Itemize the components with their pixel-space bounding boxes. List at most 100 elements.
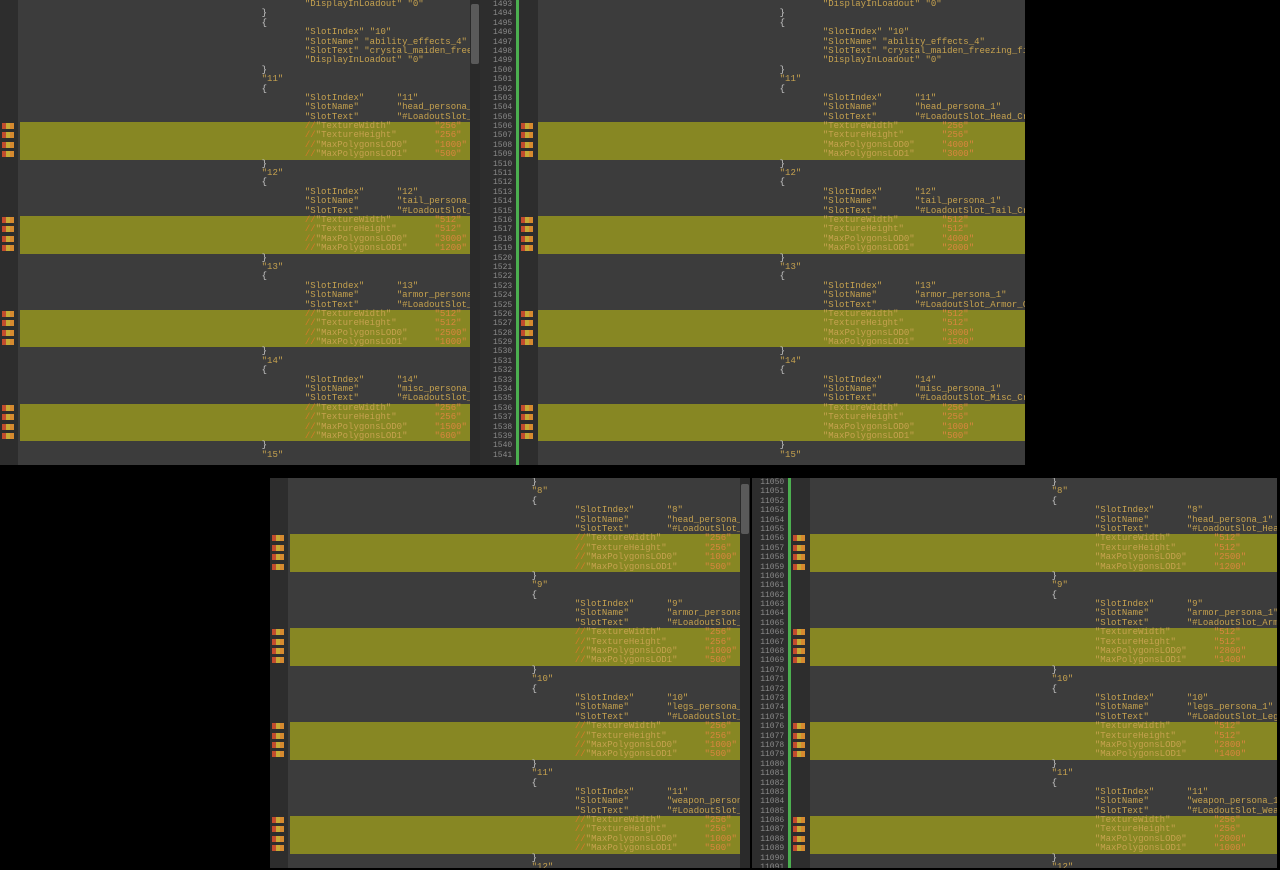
diff-marker-icon: [793, 826, 805, 832]
diff-marker-icon: [2, 132, 14, 138]
line-number: 11072: [752, 685, 784, 694]
diff-marker-icon: [793, 639, 805, 645]
line-number: 1531: [480, 357, 512, 366]
line-number: 1517: [480, 225, 512, 234]
diff-marker-icon: [272, 845, 284, 851]
line-number: 11087: [752, 825, 784, 834]
line-number: 11061: [752, 581, 784, 590]
change-marker-gutter: [270, 478, 288, 868]
diff-marker-icon: [521, 245, 533, 251]
line-number: 11051: [752, 487, 784, 496]
line-number: 11088: [752, 835, 784, 844]
line-number: 11069: [752, 656, 784, 665]
line-number: 1501: [480, 75, 512, 84]
line-number: 1529: [480, 338, 512, 347]
line-number: 1499: [480, 56, 512, 65]
line-number: 1528: [480, 329, 512, 338]
line-number: 1527: [480, 319, 512, 328]
diff-marker-icon: [521, 132, 533, 138]
diff-marker-icon: [2, 424, 14, 430]
diff-marker-icon: [793, 648, 805, 654]
line-number: 1541: [480, 451, 512, 460]
diff-marker-icon: [2, 123, 14, 129]
line-number: 11074: [752, 703, 784, 712]
diff-marker-icon: [793, 817, 805, 823]
diff-marker-icon: [272, 742, 284, 748]
code-view-right[interactable]: "DisplayInLoadout" "0" } { "SlotIndex" "…: [538, 0, 1025, 465]
line-number: 11081: [752, 769, 784, 778]
line-number: 1494: [480, 9, 512, 18]
line-number: 1505: [480, 113, 512, 122]
line-number: 11084: [752, 797, 784, 806]
code-line: "12": [290, 863, 740, 868]
diff-marker-icon: [521, 123, 533, 129]
diff-marker-icon: [521, 217, 533, 223]
line-number: 11058: [752, 553, 784, 562]
diff-marker-icon: [793, 845, 805, 851]
scroll-thumb[interactable]: [471, 4, 479, 64]
line-number: 1503: [480, 94, 512, 103]
line-number: 11082: [752, 779, 784, 788]
diff-marker-icon: [272, 545, 284, 551]
diff-marker-icon: [2, 236, 14, 242]
diff-marker-icon: [521, 330, 533, 336]
diff-marker-icon: [2, 217, 14, 223]
line-number: 11056: [752, 534, 784, 543]
line-number: 1534: [480, 385, 512, 394]
line-number: 1510: [480, 160, 512, 169]
diff-marker-icon: [272, 648, 284, 654]
line-number: 11066: [752, 628, 784, 637]
line-number: 11070: [752, 666, 784, 675]
diff-pane-top-left[interactable]: "DisplayInLoadout" "0" } { "SlotIndex" "…: [0, 0, 480, 465]
diff-pane-top-right[interactable]: 1493149414951496149714981499150015011502…: [480, 0, 1025, 465]
line-number: 11071: [752, 675, 784, 684]
line-number: 1535: [480, 394, 512, 403]
line-number: 11050: [752, 478, 784, 487]
diff-marker-icon: [272, 836, 284, 842]
line-number: 1533: [480, 376, 512, 385]
diff-marker-icon: [2, 405, 14, 411]
line-number-gutter: 1493149414951496149714981499150015011502…: [480, 0, 516, 465]
line-number: 1537: [480, 413, 512, 422]
code-view-right[interactable]: } "8" { "SlotIndex" "8": [810, 478, 1277, 868]
scrollbar[interactable]: [740, 478, 750, 868]
diff-marker-icon: [272, 564, 284, 570]
diff-marker-icon: [2, 414, 14, 420]
diff-marker-icon: [272, 657, 284, 663]
diff-marker-icon: [793, 836, 805, 842]
diff-pane-bottom-left[interactable]: } "8" { "SlotIndex" "8": [270, 478, 750, 868]
line-number: 1522: [480, 272, 512, 281]
scrollbar[interactable]: [470, 0, 480, 465]
diff-marker-icon: [272, 629, 284, 635]
line-number: 1500: [480, 66, 512, 75]
diff-pane-bottom-right[interactable]: 1105011051110521105311054110551105611057…: [752, 478, 1277, 868]
code-view-left[interactable]: "DisplayInLoadout" "0" } { "SlotIndex" "…: [20, 0, 470, 465]
line-number: 1498: [480, 47, 512, 56]
line-number: 1536: [480, 404, 512, 413]
code-line: "12": [810, 863, 1277, 868]
diff-marker-icon: [2, 142, 14, 148]
diff-marker-icon: [793, 733, 805, 739]
line-number: 11054: [752, 516, 784, 525]
line-number: 1530: [480, 347, 512, 356]
diff-marker-icon: [793, 723, 805, 729]
diff-marker-icon: [521, 320, 533, 326]
line-number: 11079: [752, 750, 784, 759]
change-marker-gutter: [0, 0, 18, 465]
line-number: 11067: [752, 638, 784, 647]
code-view-left[interactable]: } "8" { "SlotIndex" "8": [290, 478, 740, 868]
line-number: 11065: [752, 619, 784, 628]
line-number: 1502: [480, 85, 512, 94]
diff-marker-icon: [793, 657, 805, 663]
diff-marker-icon: [272, 535, 284, 541]
line-number: 1493: [480, 0, 512, 9]
line-number: 1520: [480, 254, 512, 263]
line-number: 1504: [480, 103, 512, 112]
line-number: 1539: [480, 432, 512, 441]
line-number: 11052: [752, 497, 784, 506]
scroll-thumb[interactable]: [741, 484, 749, 534]
diff-marker-icon: [2, 245, 14, 251]
line-number: 11077: [752, 732, 784, 741]
diff-marker-icon: [272, 723, 284, 729]
line-number: 1497: [480, 38, 512, 47]
